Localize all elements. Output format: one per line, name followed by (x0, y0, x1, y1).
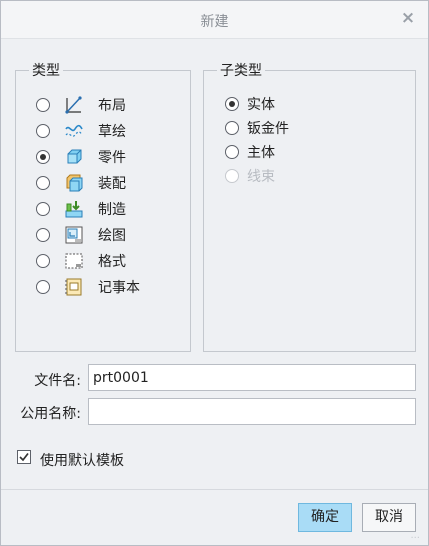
subtype-label-sheetmetal: 钣金件 (247, 121, 289, 137)
type-option-sketch[interactable]: 草绘 (36, 121, 126, 141)
type-radio-sketch[interactable] (36, 124, 50, 138)
type-radio-part[interactable] (36, 150, 50, 164)
subtype-group-legend: 子类型 (220, 63, 262, 79)
type-radio-layout[interactable] (36, 98, 50, 112)
drawing-icon (65, 226, 83, 244)
dialog-title: 新建 (200, 14, 229, 30)
subtype-radio-body[interactable] (225, 145, 239, 159)
checkmark-icon (19, 452, 29, 462)
ok-button[interactable]: 确定 (298, 503, 352, 532)
title-bar: 新建 × (1, 1, 428, 39)
file-name-label: 文件名: (34, 373, 81, 389)
type-group-legend: 类型 (32, 63, 60, 79)
type-label-drawing: 绘图 (98, 228, 126, 244)
type-option-layout[interactable]: 布局 (36, 95, 126, 115)
manufacturing-icon (65, 201, 83, 218)
subtype-label-body: 主体 (247, 145, 275, 161)
subtype-label-solid: 实体 (247, 97, 275, 113)
subtype-radio-solid[interactable] (225, 97, 239, 111)
type-label-notebook: 记事本 (98, 280, 140, 296)
subtype-radio-sheetmetal[interactable] (225, 121, 239, 135)
type-label-sketch: 草绘 (98, 124, 126, 140)
format-icon (65, 253, 83, 269)
type-label-manufacturing: 制造 (98, 202, 126, 218)
type-radio-manufacturing[interactable] (36, 202, 50, 216)
assembly-icon (66, 174, 83, 192)
subtype-label-harness: 线束 (247, 169, 275, 185)
subtype-radio-harness (225, 169, 239, 183)
type-option-format[interactable]: 格式 (36, 251, 126, 271)
cancel-button[interactable]: 取消 (362, 503, 416, 532)
type-option-notebook[interactable]: 记事本 (36, 277, 140, 297)
type-label-part: 零件 (98, 150, 126, 166)
type-label-assembly: 装配 (98, 176, 126, 192)
type-option-manufacturing[interactable]: 制造 (36, 199, 126, 219)
type-option-assembly[interactable]: 装配 (36, 173, 126, 193)
layout-icon (65, 96, 82, 114)
type-radio-notebook[interactable] (36, 280, 50, 294)
type-radio-format[interactable] (36, 254, 50, 268)
type-option-part[interactable]: 零件 (36, 147, 126, 167)
subtype-option-sheetmetal[interactable]: 钣金件 (225, 118, 289, 138)
use-default-template-checkbox[interactable] (17, 450, 31, 464)
type-label-layout: 布局 (98, 98, 126, 114)
subtype-option-harness: 线束 (225, 166, 275, 186)
sketch-icon (65, 124, 83, 137)
part-icon (67, 149, 82, 164)
separator (1, 489, 428, 490)
new-file-dialog: 新建 × 类型 布局 草绘 零件 装配 制造 绘图 格式 记事本 子类型 实体 … (0, 0, 429, 546)
type-option-drawing[interactable]: 绘图 (36, 225, 126, 245)
type-radio-drawing[interactable] (36, 228, 50, 242)
file-name-input[interactable] (88, 364, 416, 391)
use-default-template-label[interactable]: 使用默认模板 (40, 450, 124, 470)
subtype-option-solid[interactable]: 实体 (225, 94, 275, 114)
common-name-label: 公用名称: (20, 406, 81, 422)
subtype-option-body[interactable]: 主体 (225, 142, 275, 162)
notebook-icon (65, 278, 82, 296)
common-name-input[interactable] (88, 398, 416, 425)
type-radio-assembly[interactable] (36, 176, 50, 190)
close-icon[interactable]: × (400, 10, 416, 27)
watermark: ... (410, 530, 420, 541)
type-label-format: 格式 (98, 254, 126, 270)
